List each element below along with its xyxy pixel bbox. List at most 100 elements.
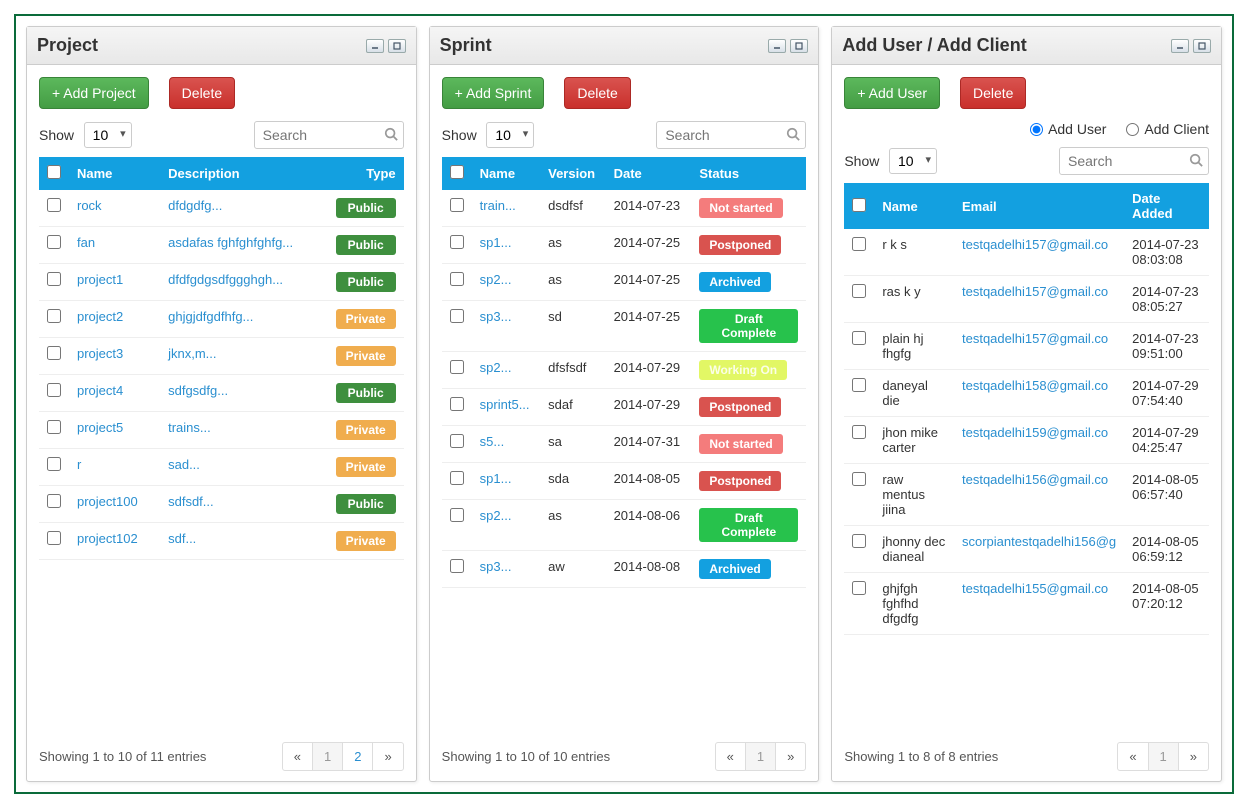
delete-sprint-button[interactable]: Delete [564,77,630,109]
row-checkbox[interactable] [852,331,866,345]
project-name-link[interactable]: rock [77,198,102,213]
row-checkbox[interactable] [450,360,464,374]
user-email-link[interactable]: testqadelhi155@gmail.co [962,581,1108,596]
col-version[interactable]: Version [540,157,605,190]
col-email[interactable]: Email [954,183,1124,229]
row-checkbox[interactable] [47,494,61,508]
user-email-link[interactable]: testqadelhi156@gmail.co [962,472,1108,487]
row-checkbox[interactable] [450,559,464,573]
project-name-link[interactable]: project1 [77,272,123,287]
pager-page[interactable]: 1 [312,742,343,771]
select-all-checkbox[interactable] [450,165,464,179]
page-size-select[interactable]: 10 [889,148,937,174]
sprint-name-link[interactable]: sprint5... [480,397,530,412]
pager-prev[interactable]: « [282,742,313,771]
row-checkbox[interactable] [450,434,464,448]
row-checkbox[interactable] [47,309,61,323]
row-checkbox[interactable] [450,471,464,485]
user-email-link[interactable]: testqadelhi157@gmail.co [962,331,1108,346]
add-client-radio[interactable]: Add Client [1126,121,1209,137]
user-email-link[interactable]: testqadelhi157@gmail.co [962,284,1108,299]
pager-page[interactable]: 1 [745,742,776,771]
maximize-icon[interactable] [790,39,808,53]
page-size-select[interactable]: 10 [84,122,132,148]
row-checkbox[interactable] [47,457,61,471]
select-all-checkbox[interactable] [47,165,61,179]
sprint-name-link[interactable]: train... [480,198,516,213]
sprint-name-link[interactable]: sp1... [480,235,512,250]
project-desc-link[interactable]: dfdgdfg... [168,198,222,213]
row-checkbox[interactable] [47,198,61,212]
pager-next[interactable]: » [775,742,806,771]
row-checkbox[interactable] [852,378,866,392]
add-user-button[interactable]: + Add User [844,77,940,109]
maximize-icon[interactable] [388,39,406,53]
pager-page[interactable]: 1 [1148,742,1179,771]
row-checkbox[interactable] [47,346,61,360]
col-status[interactable]: Status [691,157,806,190]
search-input[interactable] [656,121,806,149]
project-name-link[interactable]: project100 [77,494,138,509]
pager-prev[interactable]: « [715,742,746,771]
minimize-icon[interactable] [1171,39,1189,53]
sprint-name-link[interactable]: sp3... [480,559,512,574]
project-desc-link[interactable]: sdfgsdfg... [168,383,228,398]
project-desc-link[interactable]: jknx,m... [168,346,216,361]
project-name-link[interactable]: fan [77,235,95,250]
minimize-icon[interactable] [366,39,384,53]
row-checkbox[interactable] [450,272,464,286]
row-checkbox[interactable] [47,531,61,545]
project-desc-link[interactable]: sdf... [168,531,196,546]
project-desc-link[interactable]: sad... [168,457,200,472]
maximize-icon[interactable] [1193,39,1211,53]
pager-next[interactable]: » [372,742,403,771]
select-all-checkbox[interactable] [852,198,866,212]
row-checkbox[interactable] [450,397,464,411]
project-desc-link[interactable]: asdafas fghfghfghfg... [168,235,293,250]
row-checkbox[interactable] [852,472,866,486]
row-checkbox[interactable] [47,383,61,397]
pager-next[interactable]: » [1178,742,1209,771]
project-name-link[interactable]: project2 [77,309,123,324]
project-desc-link[interactable]: trains... [168,420,211,435]
delete-project-button[interactable]: Delete [169,77,235,109]
col-name[interactable]: Name [69,157,160,190]
row-checkbox[interactable] [852,534,866,548]
row-checkbox[interactable] [47,272,61,286]
minimize-icon[interactable] [768,39,786,53]
user-email-link[interactable]: scorpiantestqadelhi156@g [962,534,1116,549]
row-checkbox[interactable] [47,420,61,434]
search-input[interactable] [254,121,404,149]
row-checkbox[interactable] [852,581,866,595]
project-desc-link[interactable]: ghjgjdfgdfhfg... [168,309,253,324]
sprint-name-link[interactable]: sp3... [480,309,512,324]
user-email-link[interactable]: testqadelhi158@gmail.co [962,378,1108,393]
col-date-added[interactable]: Date Added [1124,183,1209,229]
pager-page[interactable]: 2 [342,742,373,771]
sprint-name-link[interactable]: s5... [480,434,505,449]
project-desc-link[interactable]: dfdfgdgsdfggghgh... [168,272,283,287]
project-desc-link[interactable]: sdfsdf... [168,494,214,509]
search-input[interactable] [1059,147,1209,175]
project-name-link[interactable]: project102 [77,531,138,546]
col-name[interactable]: Name [874,183,954,229]
sprint-name-link[interactable]: sp2... [480,272,512,287]
add-sprint-button[interactable]: + Add Sprint [442,77,545,109]
add-user-radio[interactable]: Add User [1030,121,1106,137]
row-checkbox[interactable] [852,284,866,298]
project-name-link[interactable]: r [77,457,81,472]
row-checkbox[interactable] [450,508,464,522]
pager-prev[interactable]: « [1117,742,1148,771]
row-checkbox[interactable] [47,235,61,249]
col-date[interactable]: Date [606,157,692,190]
sprint-name-link[interactable]: sp2... [480,508,512,523]
project-name-link[interactable]: project4 [77,383,123,398]
add-project-button[interactable]: + Add Project [39,77,149,109]
sprint-name-link[interactable]: sp2... [480,360,512,375]
row-checkbox[interactable] [450,235,464,249]
col-type[interactable]: Type [328,157,404,190]
col-description[interactable]: Description [160,157,328,190]
project-name-link[interactable]: project3 [77,346,123,361]
delete-user-button[interactable]: Delete [960,77,1026,109]
user-email-link[interactable]: testqadelhi157@gmail.co [962,237,1108,252]
